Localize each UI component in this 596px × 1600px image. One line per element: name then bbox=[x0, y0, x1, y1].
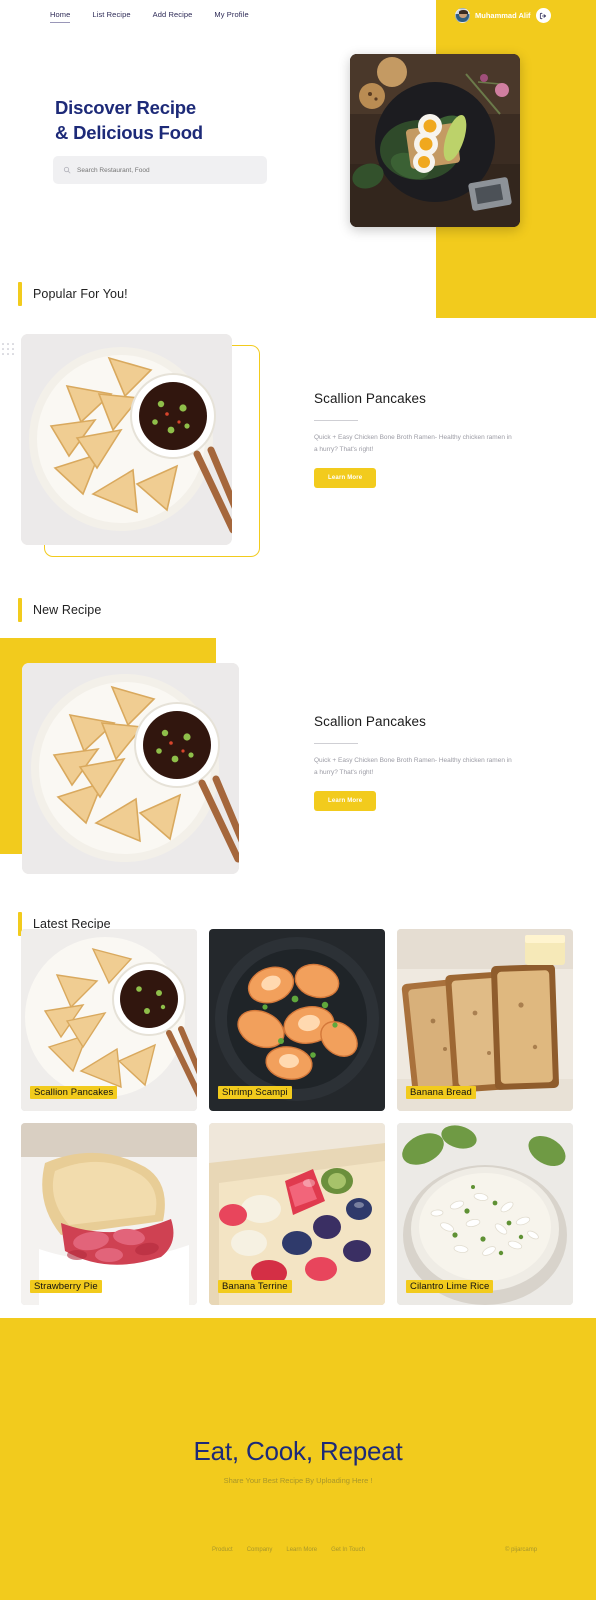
footer-link-learn-more[interactable]: Learn More bbox=[286, 1547, 317, 1553]
cilantro-lime-rice-illustration bbox=[397, 1123, 573, 1305]
hero-title-line2: & Delicious Food bbox=[55, 121, 203, 143]
section-heading-new: New Recipe bbox=[18, 598, 101, 622]
popular-recipe-image bbox=[21, 334, 232, 545]
recipe-tile[interactable]: Banana Terrine bbox=[209, 1123, 385, 1305]
hero-image bbox=[350, 54, 520, 227]
nav-item-list-recipe[interactable]: List Recipe bbox=[92, 10, 130, 22]
footer-link-company[interactable]: Company bbox=[247, 1547, 273, 1553]
recipe-tile-label: Banana Bread bbox=[406, 1086, 476, 1099]
latest-recipe-grid: Scallion Pancakes Shrimp Scampi Banana B… bbox=[21, 929, 575, 1305]
top-navigation-bar: Home List Recipe Add Recipe My Profile M… bbox=[0, 0, 596, 36]
user-menu[interactable]: Muhammad Alif bbox=[455, 8, 551, 23]
hero-title-line1: Discover Recipe bbox=[55, 97, 196, 118]
main-nav: Home List Recipe Add Recipe My Profile bbox=[50, 10, 249, 23]
recipe-tile-label: Scallion Pancakes bbox=[30, 1086, 118, 1099]
recipe-tile[interactable]: Strawberry Pie bbox=[21, 1123, 197, 1305]
footer-subtitle: Share Your Best Recipe By Uploading Here… bbox=[223, 1476, 373, 1485]
new-recipe-card-content: Scallion Pancakes Quick + Easy Chicken B… bbox=[314, 714, 514, 812]
recipe-tile[interactable]: Shrimp Scampi bbox=[209, 929, 385, 1111]
search-input[interactable] bbox=[77, 166, 257, 174]
divider bbox=[314, 743, 358, 745]
recipe-tile-label: Strawberry Pie bbox=[30, 1280, 102, 1293]
pancakes-illustration bbox=[22, 663, 239, 874]
section-accent-bar bbox=[18, 598, 22, 622]
footer-copyright: © pijarcamp bbox=[505, 1547, 538, 1553]
new-recipe-learn-more-button[interactable]: Learn More bbox=[314, 791, 377, 812]
recipe-tile-label: Cilantro Lime Rice bbox=[406, 1280, 494, 1293]
footer-title: Eat, Cook, Repeat bbox=[193, 1436, 403, 1466]
section-accent-bar bbox=[18, 282, 22, 306]
recipe-tile[interactable]: Scallion Pancakes bbox=[21, 929, 197, 1111]
banana-bread-illustration bbox=[397, 929, 573, 1111]
popular-recipe-title: Scallion Pancakes bbox=[314, 391, 427, 406]
footer-link-get-in-touch[interactable]: Get In Touch bbox=[331, 1547, 365, 1553]
footer-link-product[interactable]: Product bbox=[212, 1547, 233, 1553]
popular-learn-more-button[interactable]: Learn More bbox=[314, 468, 377, 489]
avatar bbox=[455, 8, 470, 23]
section-title-popular: Popular For You! bbox=[33, 287, 128, 301]
decorative-dots bbox=[2, 343, 18, 357]
strawberry-pie-illustration bbox=[21, 1123, 197, 1305]
nav-item-add-recipe[interactable]: Add Recipe bbox=[153, 10, 193, 22]
new-recipe-image bbox=[22, 663, 239, 874]
section-title-new: New Recipe bbox=[33, 603, 102, 617]
footer-links: Product Company Learn More Get In Touch bbox=[212, 1547, 365, 1553]
new-recipe-title: Scallion Pancakes bbox=[314, 714, 427, 729]
search-bar[interactable] bbox=[53, 156, 267, 184]
recipe-tile-label: Shrimp Scampi bbox=[218, 1086, 292, 1099]
recipe-tile[interactable]: Cilantro Lime Rice bbox=[397, 1123, 573, 1305]
hero-food-illustration bbox=[350, 54, 520, 227]
search-icon bbox=[63, 166, 71, 174]
logout-icon bbox=[539, 12, 547, 19]
recipe-tile-label: Banana Terrine bbox=[218, 1280, 292, 1293]
recipe-tile[interactable]: Banana Bread bbox=[397, 929, 573, 1111]
logout-button[interactable] bbox=[535, 8, 551, 23]
page-title: Discover Recipe & Delicious Food bbox=[55, 96, 203, 145]
section-heading-popular: Popular For You! bbox=[18, 282, 128, 306]
shrimp-illustration bbox=[209, 929, 385, 1111]
new-recipe-description: Quick + Easy Chicken Bone Broth Ramen- H… bbox=[314, 757, 512, 776]
divider bbox=[314, 420, 358, 422]
banana-terrine-illustration bbox=[209, 1123, 385, 1305]
nav-item-my-profile[interactable]: My Profile bbox=[214, 10, 248, 22]
pancakes-illustration bbox=[21, 929, 197, 1111]
popular-recipe-description: Quick + Easy Chicken Bone Broth Ramen- H… bbox=[314, 434, 512, 453]
footer: Eat, Cook, Repeat Share Your Best Recipe… bbox=[0, 1318, 596, 1600]
popular-card-content: Scallion Pancakes Quick + Easy Chicken B… bbox=[314, 391, 514, 489]
user-name: Muhammad Alif bbox=[475, 11, 531, 20]
nav-item-home[interactable]: Home bbox=[50, 10, 71, 23]
page-root: Home List Recipe Add Recipe My Profile M… bbox=[0, 0, 596, 1600]
pancakes-illustration bbox=[21, 334, 232, 545]
